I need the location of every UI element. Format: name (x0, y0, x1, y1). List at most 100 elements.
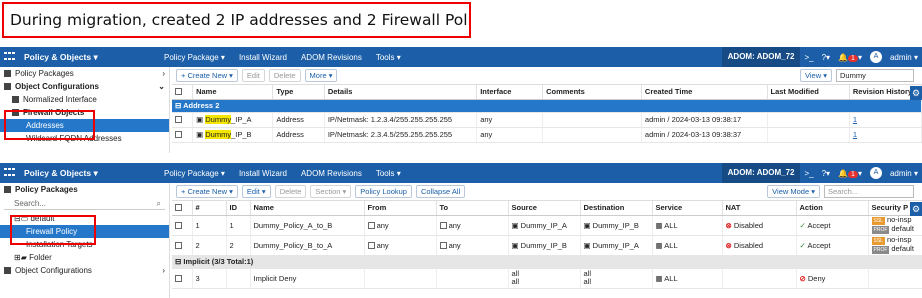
table-row[interactable]: 2 2 Dummy_Policy_B_to_A any any ▣ Dummy_… (172, 235, 922, 256)
create-new-button[interactable]: + Create New ▾ (176, 69, 238, 82)
more-button[interactable]: More ▾ (304, 69, 338, 82)
policy-lookup-button[interactable]: Policy Lookup (355, 185, 412, 198)
col-comments[interactable]: Comments (542, 85, 642, 100)
adom-revisions-button[interactable]: ADOM Revisions (301, 169, 362, 178)
sidebar-item-normalized-interface[interactable]: Normalized Interface (0, 93, 169, 106)
col-nat[interactable]: NAT (722, 201, 797, 216)
col-to[interactable]: To (436, 201, 509, 216)
policy-package-menu[interactable]: Policy Package ▾ (164, 169, 225, 178)
install-wizard-button[interactable]: Install Wizard (239, 53, 287, 62)
implicit-group-row[interactable]: ⊟ Implicit (3/3 Total:1) (172, 255, 922, 269)
view-button[interactable]: View ▾ (800, 69, 832, 82)
col-type[interactable]: Type (272, 85, 325, 100)
search-icon[interactable]: ⌕ (157, 197, 161, 210)
search-input[interactable]: Search... (824, 185, 914, 198)
profile-icon: PROF (871, 246, 890, 254)
install-wizard-button[interactable]: Install Wizard (239, 169, 287, 178)
col-details[interactable]: Details (324, 85, 478, 100)
create-new-button[interactable]: + Create New ▾ (176, 185, 238, 198)
table-row[interactable]: 3 Implicit Deny all all all all ▦ ALL ⊘ De… (172, 268, 922, 289)
edit-button[interactable]: Edit ▾ (241, 185, 271, 198)
table-row[interactable]: ▣ Dummy_IP_A Address IP/Netmask: 1.2.3.4… (172, 112, 922, 128)
help-icon[interactable]: ?▾ (822, 169, 830, 178)
col-action[interactable]: Action (796, 201, 869, 216)
address-icon: ▣ (196, 130, 206, 139)
col-destination[interactable]: Destination (580, 201, 653, 216)
adom-label[interactable]: ADOM: ADOM_72 (721, 163, 801, 183)
disabled-icon: ⊗ (725, 240, 734, 250)
policy-objects-menu[interactable]: Policy & Objects ▾ (24, 52, 164, 63)
tools-menu[interactable]: Tools ▾ (376, 53, 401, 62)
gear-icon[interactable]: ⚙ (910, 202, 922, 216)
policy-main: + Create New ▾ Edit ▾ Delete Section ▾ P… (172, 183, 922, 298)
table-row[interactable]: ▣ Dummy_IP_B Address IP/Netmask: 2.3.4.5… (172, 127, 922, 143)
col-name[interactable]: Name (250, 201, 365, 216)
sidebar-search-input[interactable]: Search... ⌕ (4, 197, 165, 210)
col-created-time[interactable]: Created Time (641, 85, 768, 100)
select-all-checkbox[interactable] (172, 85, 194, 100)
col-interface[interactable]: Interface (476, 85, 544, 100)
user-menu[interactable]: admin ▾ (890, 53, 918, 62)
address-icon: ▣ (583, 220, 593, 230)
collapse-icon[interactable]: ⊟ (175, 101, 183, 110)
col-name[interactable]: Name (192, 85, 274, 100)
delete-button[interactable]: Delete (268, 69, 301, 82)
sidebar-item-folder[interactable]: ⊞▰ Folder (0, 251, 169, 264)
interface-icon (439, 221, 447, 229)
revision-link[interactable]: 1 (853, 115, 857, 124)
col-last-modified[interactable]: Last Modified (767, 85, 850, 100)
grid-icon (4, 83, 11, 90)
gear-icon[interactable]: ⚙ (910, 86, 922, 100)
row-checkbox[interactable] (175, 241, 182, 249)
tools-menu[interactable]: Tools ▾ (376, 169, 401, 178)
avatar[interactable]: A (869, 51, 882, 63)
adom-label[interactable]: ADOM: ADOM_72 (721, 47, 801, 67)
terminal-icon[interactable]: >_ (804, 169, 813, 178)
bell-icon[interactable]: 🔔 1 ▾ (838, 53, 862, 62)
col-service[interactable]: Service (652, 201, 723, 216)
col-from[interactable]: From (364, 201, 437, 216)
notification-badge: 1 (848, 54, 858, 62)
app-grid-icon[interactable] (4, 52, 18, 62)
row-checkbox[interactable] (175, 221, 182, 229)
interface-icon (367, 241, 375, 249)
address-table: Name Type Details Interface Comments Cre… (172, 85, 922, 143)
revision-link[interactable]: 1 (853, 130, 857, 139)
caption-box: During migration, created 2 IP addresses… (2, 2, 471, 38)
group-count-badge: 2 (215, 101, 220, 110)
table-row[interactable]: 1 1 Dummy_Policy_A_to_B any any ▣ Dummy_… (172, 215, 922, 236)
top-nav-bar: Policy & Objects ▾ Policy Package ▾ Inst… (0, 163, 922, 183)
select-all-checkbox[interactable] (172, 201, 193, 216)
sidebar-item-object-configurations[interactable]: Object Configurations › (0, 264, 169, 277)
row-checkbox[interactable] (175, 131, 182, 138)
col-num[interactable]: # (192, 201, 227, 216)
sidebar-item-policy-packages[interactable]: Policy Packages (0, 183, 169, 196)
policy-objects-menu[interactable]: Policy & Objects ▾ (24, 168, 164, 179)
terminal-icon[interactable]: >_ (804, 53, 813, 62)
collapse-all-button[interactable]: Collapse All (415, 185, 466, 198)
addresses-main: + Create New ▾ Edit Delete More ▾ View ▾… (172, 67, 922, 153)
sidebar-item-object-configurations[interactable]: Object Configurations ⌄ (0, 80, 169, 93)
delete-button[interactable]: Delete (274, 185, 307, 198)
search-input[interactable]: Dummy (836, 69, 914, 82)
user-menu[interactable]: admin ▾ (890, 169, 918, 178)
help-icon[interactable]: ?▾ (822, 53, 830, 62)
sidebar-item-policy-packages[interactable]: Policy Packages › (0, 67, 169, 80)
edit-button[interactable]: Edit (241, 69, 265, 82)
highlight-box (10, 215, 96, 245)
row-checkbox[interactable] (175, 274, 182, 282)
bell-icon[interactable]: 🔔 1 ▾ (838, 169, 862, 178)
group-row[interactable]: ⊟ Address 2 (172, 99, 922, 113)
app-grid-icon[interactable] (4, 168, 18, 178)
section-button[interactable]: Section ▾ (310, 185, 352, 198)
row-checkbox[interactable] (175, 116, 182, 123)
address-toolbar: + Create New ▾ Edit Delete More ▾ View ▾… (172, 67, 922, 85)
adom-revisions-button[interactable]: ADOM Revisions (301, 53, 362, 62)
policy-package-menu[interactable]: Policy Package ▾ (164, 53, 225, 62)
chevron-right-icon: › (162, 69, 165, 78)
avatar[interactable]: A (869, 167, 882, 179)
view-mode-button[interactable]: View Mode ▾ (767, 185, 820, 198)
col-id[interactable]: ID (226, 201, 251, 216)
policy-panel: Policy & Objects ▾ Policy Package ▾ Inst… (0, 163, 922, 298)
col-source[interactable]: Source (508, 201, 581, 216)
